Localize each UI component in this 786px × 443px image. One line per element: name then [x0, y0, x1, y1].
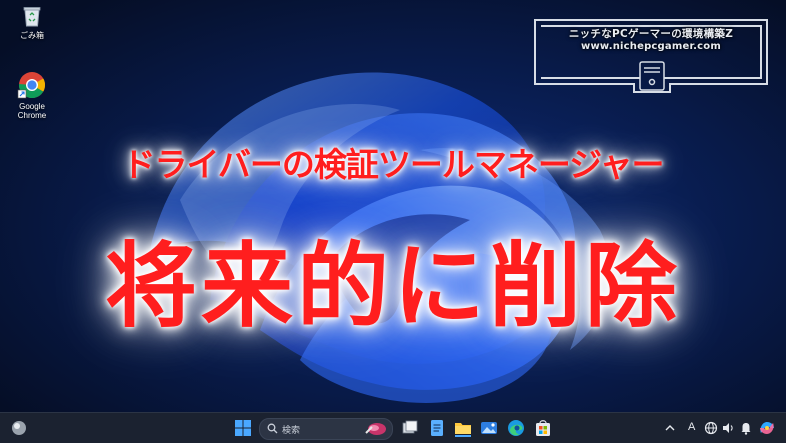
network-icon[interactable] [704, 419, 718, 437]
taskbar: 検索 A [0, 412, 786, 443]
desktop-icon-recycle-bin[interactable]: ごみ箱 [4, 4, 60, 41]
edge-icon[interactable] [507, 419, 525, 437]
store-icon[interactable] [534, 419, 552, 437]
desktop-icon-label: ごみ箱 [20, 31, 44, 40]
search-placeholder: 検索 [282, 426, 301, 436]
task-view-icon[interactable] [401, 419, 419, 437]
copilot-icon[interactable] [758, 419, 776, 437]
ime-indicator[interactable]: A [688, 421, 695, 433]
tray-chevron-icon[interactable] [664, 419, 676, 437]
start-icon[interactable] [234, 419, 252, 437]
sub-headline: ドライバーの検証ツールマネージャー [122, 145, 664, 184]
recycle-bin-icon [23, 7, 41, 27]
brand-title: ニッチなPCゲーマーの環境構築Z [568, 28, 734, 40]
desktop-icon-chrome[interactable]: Google Chrome [4, 70, 60, 120]
notification-icon[interactable] [740, 419, 752, 437]
pc-tower-icon [639, 61, 665, 91]
notepad-icon[interactable] [428, 419, 446, 437]
main-headline: 将来的に削除 [104, 233, 681, 340]
desktop-icon-label: Google Chrome [17, 102, 47, 120]
brand-url: www.nichepcgamer.com [581, 41, 721, 52]
taskbar-search-box[interactable]: 検索 [259, 418, 393, 440]
search-icon [267, 423, 278, 434]
chrome-icon [17, 72, 46, 99]
search-highlight-icon [365, 423, 386, 435]
brand-logo: ニッチなPCゲーマーの環境構築Z www.nichepcgamer.com [533, 18, 769, 94]
volume-icon[interactable] [721, 419, 735, 437]
file-explorer-icon[interactable] [454, 419, 472, 437]
photos-icon[interactable] [480, 419, 498, 437]
widgets-icon[interactable] [10, 419, 28, 437]
